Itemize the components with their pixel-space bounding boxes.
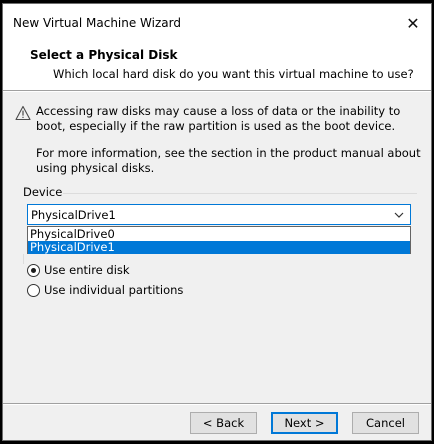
radio-unchecked-icon bbox=[27, 283, 40, 297]
back-button[interactable]: < Back bbox=[190, 412, 257, 434]
device-select-value: PhysicalDrive1 bbox=[31, 208, 116, 222]
info-text: For more information, see the section in… bbox=[36, 146, 421, 175]
chevron-down-icon bbox=[392, 206, 406, 224]
device-dropdown-list: PhysicalDrive0 PhysicalDrive1 bbox=[27, 226, 411, 254]
footer-divider bbox=[3, 403, 431, 405]
use-entire-disk-label: Use entire disk bbox=[44, 263, 130, 277]
cancel-button[interactable]: Cancel bbox=[352, 412, 419, 434]
title-bar: New Virtual Machine Wizard ✕ bbox=[3, 4, 431, 42]
close-icon: ✕ bbox=[406, 13, 420, 33]
wizard-window: New Virtual Machine Wizard ✕ Select a Ph… bbox=[2, 3, 432, 441]
radio-checked-icon bbox=[27, 263, 40, 277]
device-group-label: Device bbox=[23, 185, 63, 199]
wizard-header: Select a Physical Disk Which local hard … bbox=[3, 42, 431, 90]
device-select[interactable]: PhysicalDrive1 bbox=[27, 204, 411, 225]
page-title: Select a Physical Disk bbox=[30, 48, 178, 62]
device-group-border bbox=[63, 193, 417, 194]
next-button[interactable]: Next > bbox=[271, 412, 338, 434]
warning-icon bbox=[15, 105, 31, 121]
use-individual-partitions-radio[interactable]: Use individual partitions bbox=[27, 282, 183, 298]
page-subtitle: Which local hard disk do you want this v… bbox=[53, 67, 414, 81]
use-individual-partitions-label: Use individual partitions bbox=[44, 283, 184, 297]
window-title: New Virtual Machine Wizard bbox=[13, 16, 181, 30]
dropdown-option-physicaldrive1[interactable]: PhysicalDrive1 bbox=[28, 241, 410, 254]
warning-text: Accessing raw disks may cause a loss of … bbox=[36, 104, 401, 133]
use-entire-disk-radio[interactable]: Use entire disk bbox=[27, 262, 130, 278]
header-divider bbox=[3, 90, 431, 92]
close-button[interactable]: ✕ bbox=[399, 10, 427, 36]
